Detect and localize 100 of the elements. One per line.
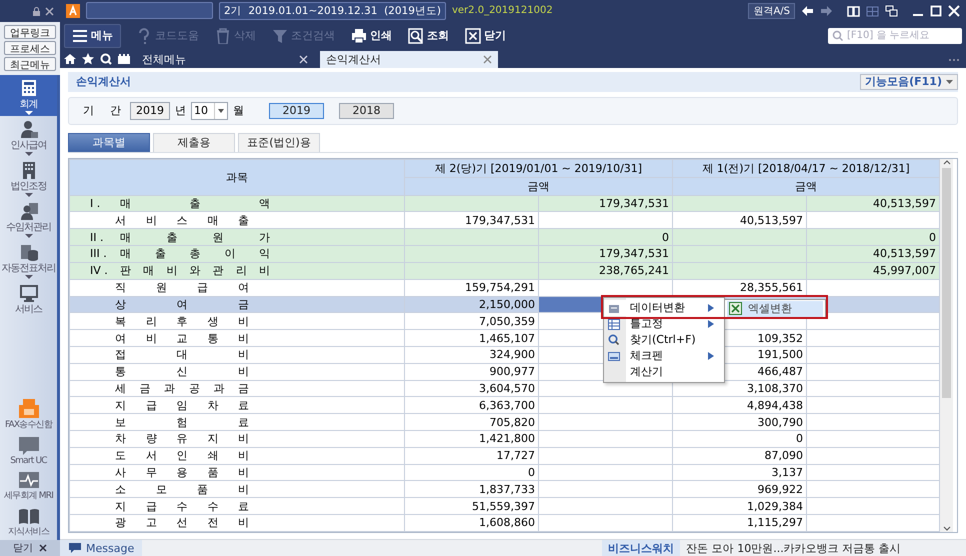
search-icon [408,28,424,44]
amount-cell: 1,465,107 [404,330,538,346]
account-name: 도 서 인 쇄 비 [114,448,250,464]
menu-item[interactable]: 데이터변환 [604,300,724,316]
search-field[interactable]: [F10] 을 누르세요 [828,28,962,44]
message-tab[interactable]: Message [60,540,142,556]
printer-icon [351,28,367,44]
toolbar-button[interactable]: 메뉴 [64,24,121,48]
month-dropdown[interactable]: 10 [191,102,228,120]
quick-link-button[interactable]: 업무링크 [4,25,56,39]
home-icon[interactable] [64,52,76,65]
scrollbar[interactable] [940,158,954,532]
amount-cell: 324,900 [404,346,538,364]
amount-cell: 1,421,800 [404,430,538,448]
sidebar-item[interactable]: 법인조정 [0,157,57,198]
sidebar-item[interactable]: 회계 [0,75,57,116]
account-name: 직 원 급 여 [114,280,250,296]
column-header: 제 2(당)기 [2019/01/01 ~ 2019/10/31] [404,159,673,178]
sidebar-item[interactable]: 지식서비스 [0,504,57,540]
close-panel-button[interactable]: 닫기 [0,540,60,556]
toolbar-button[interactable]: 조회 [401,24,456,48]
star-icon[interactable] [82,52,94,65]
search-icon [832,30,843,42]
quick-link-button[interactable]: 최근메뉴 [4,57,56,71]
back-arrow-icon[interactable] [801,4,814,17]
account-name: 광 고 선 전 비 [114,515,250,530]
menu-item[interactable]: 틀고정 [604,316,724,332]
account-name: 세 금 과 공 과 금 [114,380,250,396]
toolbar-button[interactable]: 닫기 [458,24,513,48]
sidebar-item[interactable]: 인사급여 [0,116,57,157]
toolbar-button[interactable]: 인쇄 [344,24,399,48]
sidebar-item[interactable]: 서비스 [0,280,57,317]
column-header: 제 1(전)기 [2018/04/17 ~ 2018/12/31] [672,159,940,178]
document-tab[interactable]: 손익계산서 [320,50,498,68]
amount-cell: 179,347,531 [538,195,673,212]
pulse-monitor-icon [18,471,40,489]
book-icon[interactable] [847,4,860,17]
person-document-icon [20,202,38,220]
year-button[interactable]: 2018 [339,102,394,119]
amount-cell: 7,050,359 [404,312,538,330]
period-label: 기 간 [83,103,121,118]
page-title: 손익계산서 [76,74,131,90]
help-icon [136,28,152,44]
document-tab[interactable]: 전체메뉴 [136,50,314,68]
quick-link-button[interactable]: 프로세스 [4,41,56,55]
database-icon [20,243,38,261]
close-icon [39,544,47,552]
amount-cell: 0 [672,430,807,448]
film-icon[interactable] [118,52,130,65]
caret-icon [24,111,32,115]
account-name: 보 험 료 [114,414,250,430]
chat-bubble-icon [18,436,40,456]
lock-icon [32,6,41,16]
caret-icon [24,234,32,238]
menu-item[interactable]: 엑셀변환 [727,300,823,317]
month-unit-label: 월 [233,103,244,118]
amount-cell: 45,997,007 [806,262,940,280]
account-name: 접 대 비 [114,347,250,362]
windows-icon[interactable] [885,4,898,17]
amount-cell: 3,604,570 [404,380,538,397]
maximize-icon[interactable] [930,4,942,17]
remote-support-button[interactable]: 원격A/S [748,2,795,19]
close-icon [465,28,481,44]
amount-cell: 179,347,531 [538,246,673,262]
news-headline[interactable]: 잔돈 모아 10만원...카카오뱅크 저금통 출시 [680,540,907,556]
account-name: 여 비 교 통 비 [114,330,250,346]
function-menu-button[interactable]: 기능모음(F11) [860,74,958,90]
amount-cell: 40,513,597 [806,246,940,262]
search-icon [608,334,620,346]
close-icon[interactable] [299,54,308,64]
amount-cell: 0 [806,228,940,246]
year-button[interactable]: 2019 [269,102,324,119]
amount-cell: 1,608,860 [404,514,538,532]
year-field[interactable]: 2019 [130,102,170,120]
column-header: 금액 [404,177,673,196]
close-icon[interactable] [45,6,54,16]
sidebar-item[interactable]: 세무회계 MRI [0,468,57,504]
account-name: 사 무 용 품 비 [114,465,250,480]
monitor-icon [20,284,38,302]
forward-arrow-icon[interactable] [820,4,833,17]
account-name: IV . 판 매 비 와 관 리 비 [89,263,271,278]
view-tab[interactable]: 과목별 [68,132,150,152]
account-name: I . 매 출 액 [89,196,271,212]
submenu-arrow-icon [708,352,714,360]
more-icon[interactable] [948,58,960,62]
search-icon[interactable] [100,52,112,65]
amount-cell: 1,115,297 [672,514,807,532]
sidebar-item[interactable]: FAX송수신함 [0,395,57,433]
sidebar-item[interactable]: 수임처관리 [0,198,57,239]
sidebar-item[interactable]: 자동전표처리 [0,239,57,280]
account-name: 서 비 스 매 출 [114,212,250,228]
amount-cell: 6,363,700 [404,396,538,414]
sidebar-item[interactable]: Smart UC [0,433,57,468]
amount-cell: 705,820 [404,414,538,430]
amount-cell: 40,513,597 [806,195,940,212]
view-tab[interactable]: 제출용 [153,132,235,152]
grid-icon[interactable] [866,4,879,17]
app-logo-icon [66,4,80,18]
view-tab[interactable]: 표준(법인)용 [238,132,320,152]
amount-cell: 1,837,733 [404,480,538,498]
